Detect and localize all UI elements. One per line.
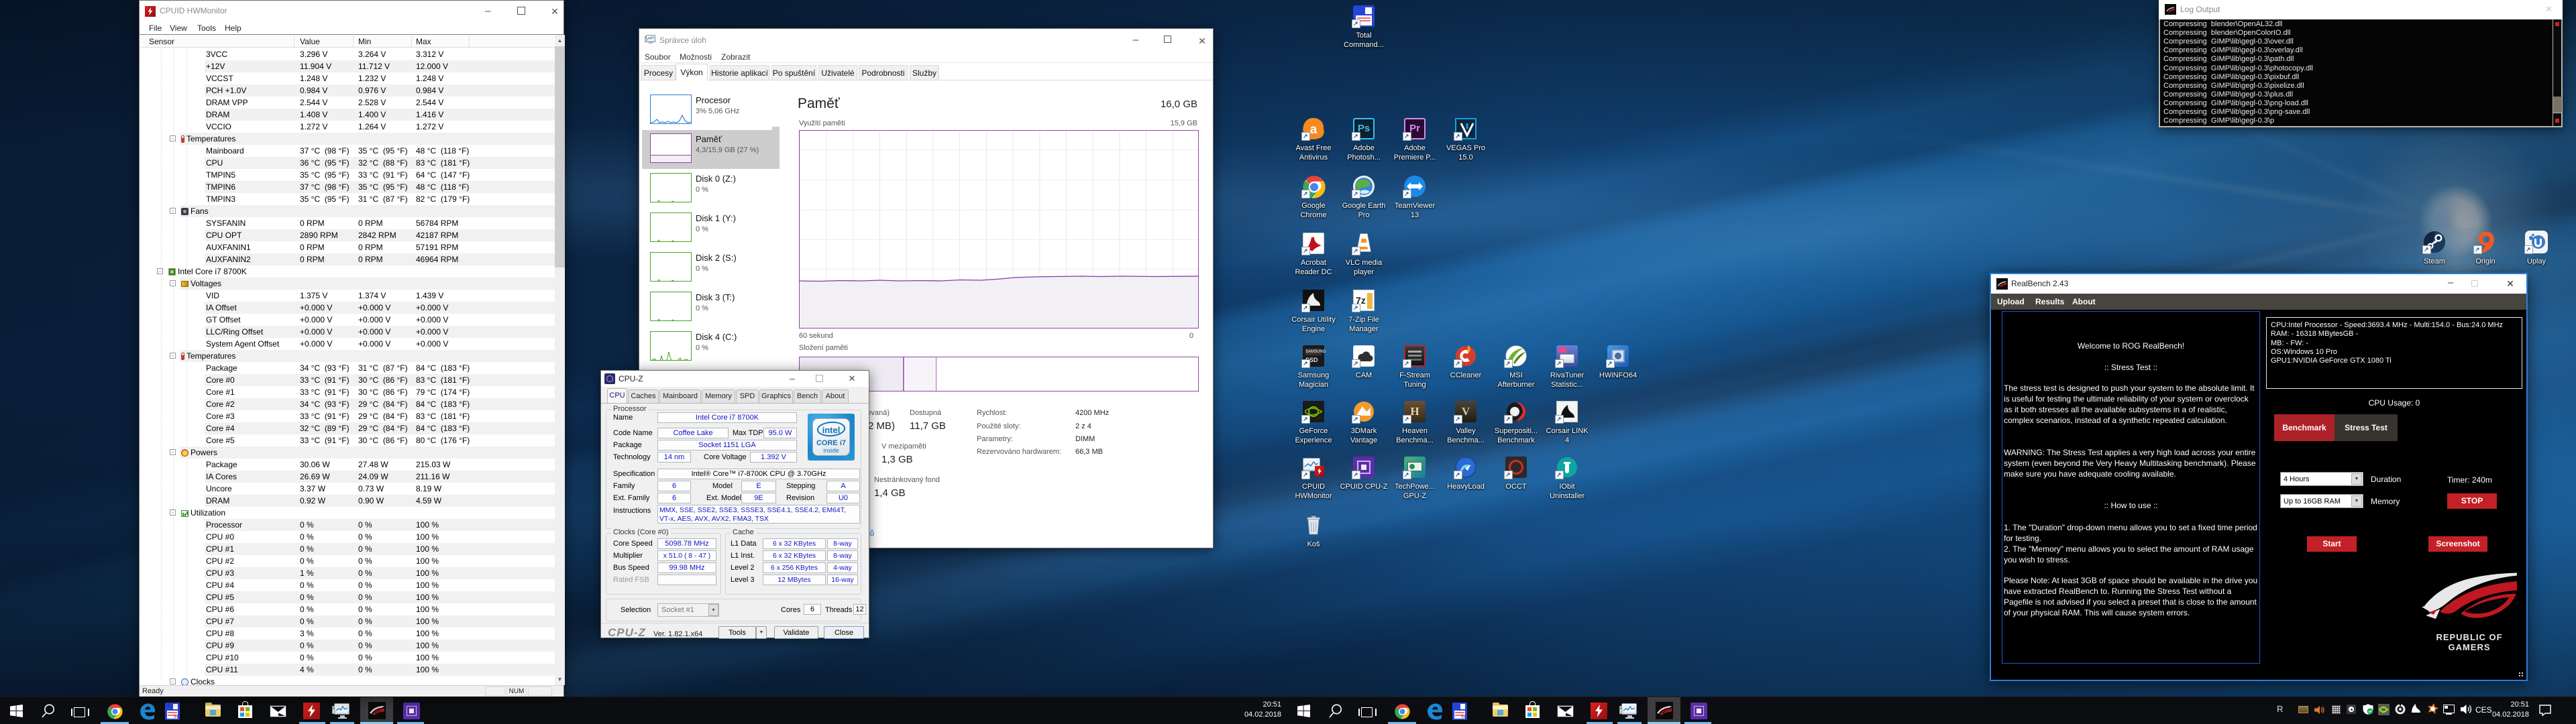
svg-text:a: a [1310, 123, 1318, 137]
